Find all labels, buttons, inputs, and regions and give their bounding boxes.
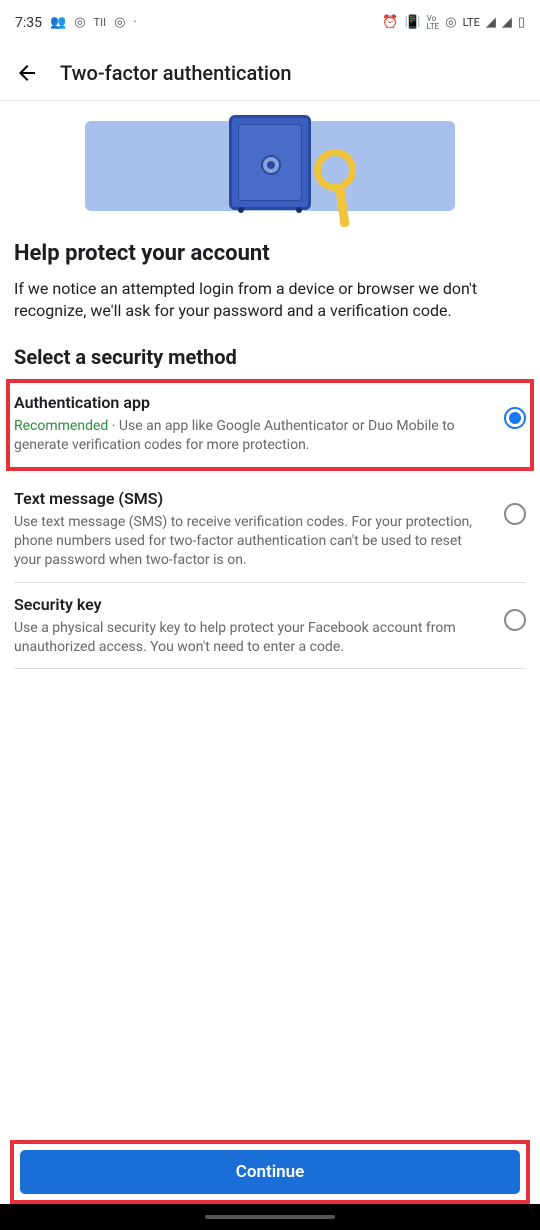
recommended-label: Recommended [14,418,108,434]
option-description: Use text message (SMS) to receive verifi… [14,513,490,570]
option-title: Authentication app [14,393,490,412]
page-title: Two-factor authentication [60,61,292,85]
safe-door [238,124,302,201]
option-title: Text message (SMS) [14,489,490,508]
option-description: Use a physical security key to help prot… [14,619,490,657]
safe-dial [261,155,281,175]
text-icon: TII [94,16,107,29]
hero-illustration [0,101,540,241]
radio-authentication-app[interactable] [504,407,526,429]
instagram-icon: ◎ [74,15,85,30]
volte-icon: VoLTE [427,15,440,31]
safe-icon [229,115,311,210]
dot-icon: · [133,15,136,30]
option-security-key[interactable]: Security key Use a physical security key… [14,583,526,670]
status-left: 7:35 👥 ◎ TII ◎ · [15,15,137,31]
arrow-left-icon [15,61,39,85]
android-nav-bar [0,1204,540,1230]
radio-security-key[interactable] [504,609,526,631]
radio-text-message[interactable] [504,503,526,525]
battery-icon: ▯ [518,15,525,30]
continue-button[interactable]: Continue [20,1150,520,1194]
vibrate-icon: 📳 [404,15,420,30]
signal-icon-1: ◢ [486,15,496,30]
instagram-icon-2: ◎ [114,15,125,30]
footer-highlight: Continue [10,1140,530,1204]
option-description: Recommended · Use an app like Google Aut… [14,417,490,455]
signal-icon-2: ◢ [502,15,512,30]
status-time: 7:35 [15,15,42,31]
status-right: ⏰ 📳 VoLTE ◎ LTE ◢ ◢ ▯ [382,15,525,31]
option-authentication-app[interactable]: Authentication app Recommended · Use an … [6,379,534,471]
option-title: Security key [14,595,490,614]
method-heading: Select a security method [14,345,526,369]
option-text-message[interactable]: Text message (SMS) Use text message (SMS… [14,477,526,583]
hero-background [85,121,455,211]
network-label: LTE [463,16,480,29]
back-button[interactable] [14,60,40,86]
status-bar: 7:35 👥 ◎ TII ◎ · ⏰ 📳 VoLTE ◎ LTE ◢ ◢ ▯ [0,0,540,45]
alarm-icon: ⏰ [382,15,398,30]
magnifier-icon [314,149,356,191]
nav-handle[interactable] [205,1215,335,1219]
app-bar: Two-factor authentication [0,45,540,101]
hotspot-icon: ◎ [445,15,456,30]
teams-icon: 👥 [50,15,66,30]
intro-text: If we notice an attempted login from a d… [14,278,526,321]
intro-heading: Help protect your account [14,241,526,266]
